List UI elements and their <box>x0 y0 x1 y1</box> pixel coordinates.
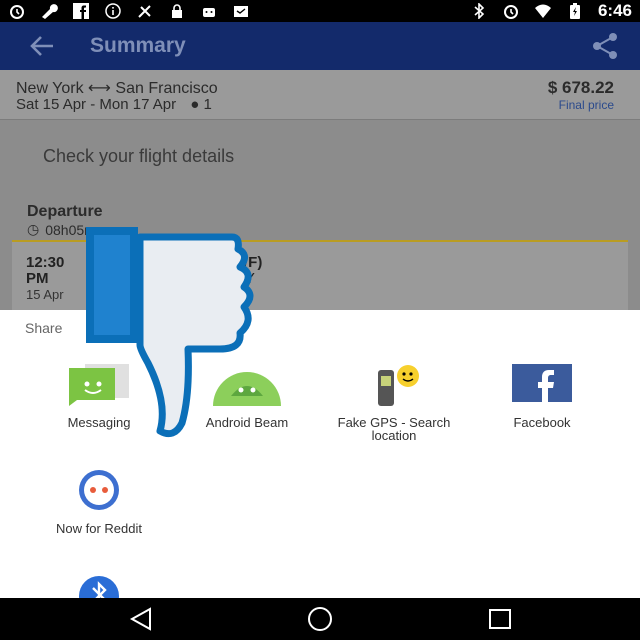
facebook-icon <box>73 3 89 19</box>
check-details-title: Check your flight details <box>43 146 235 166</box>
lock-icon <box>172 4 182 18</box>
app-bar: Summary <box>0 22 640 70</box>
flight-time: 12:30 <box>26 254 65 271</box>
bluetooth-icon <box>474 3 485 19</box>
nav-recents-icon[interactable] <box>485 606 515 632</box>
nav-home-icon[interactable] <box>305 606 335 632</box>
flight-ampm: PM <box>26 270 49 287</box>
route: New York ⟷ San Francisco <box>16 78 218 98</box>
share-app-facebook[interactable]: Facebook <box>467 360 617 429</box>
navigation-bar <box>0 598 640 640</box>
thumbs-down-icon <box>86 227 254 438</box>
nav-back-icon[interactable] <box>126 606 156 632</box>
info-icon <box>105 3 121 19</box>
bluetooth-icon <box>63 572 135 598</box>
inbox-icon <box>234 6 248 17</box>
share-app-fake-gps[interactable]: Fake GPS - Search location <box>319 360 469 442</box>
app-label: Facebook <box>513 415 571 430</box>
status-time: 6:46 <box>597 1 632 20</box>
person-icon: ● <box>190 96 200 113</box>
reddit-icon <box>63 466 135 514</box>
share-title: Share <box>25 320 63 336</box>
arrow-back-icon <box>30 36 53 56</box>
alarm-icon <box>503 5 518 19</box>
flight-date: 15 Apr <box>26 287 64 302</box>
route-bar: New York ⟷ San Francisco Sat 15 Apr - Mo… <box>0 70 640 120</box>
trip-dates: Sat 15 Apr - Mon 17 Apr ● 1 <box>16 96 212 113</box>
dates-text: Sat 15 Apr - Mon 17 Apr <box>16 96 177 113</box>
price: $ 678.22 <box>547 78 614 97</box>
final-price-label: Final price <box>558 98 614 112</box>
swap-arrow-icon: ⟷ <box>83 80 116 97</box>
route-to: San Francisco <box>115 80 218 97</box>
departure-label: Departure <box>27 203 103 220</box>
share-icon[interactable] <box>590 31 620 61</box>
android-icon <box>203 8 215 17</box>
route-from: New York <box>16 80 84 97</box>
share-app-bluetooth[interactable] <box>24 572 174 598</box>
fake-gps-icon <box>358 360 430 408</box>
wrench-icon <box>42 4 58 19</box>
status-bar: 6:46 <box>0 0 640 22</box>
alarm-icon <box>10 5 24 19</box>
wifi-icon <box>534 4 551 18</box>
fake-gps-icon <box>138 5 151 18</box>
share-app-now-for-reddit[interactable]: Now for Reddit <box>24 466 174 535</box>
clock-icon: ◷ <box>27 221 40 237</box>
page-title: Summary <box>90 34 186 57</box>
passenger-count: 1 <box>203 96 212 113</box>
battery-icon <box>569 3 580 19</box>
facebook-icon <box>506 360 578 408</box>
app-label: Now for Reddit <box>56 521 142 536</box>
app-label: Fake GPS - Search location <box>337 415 451 443</box>
back-button[interactable] <box>24 28 60 64</box>
